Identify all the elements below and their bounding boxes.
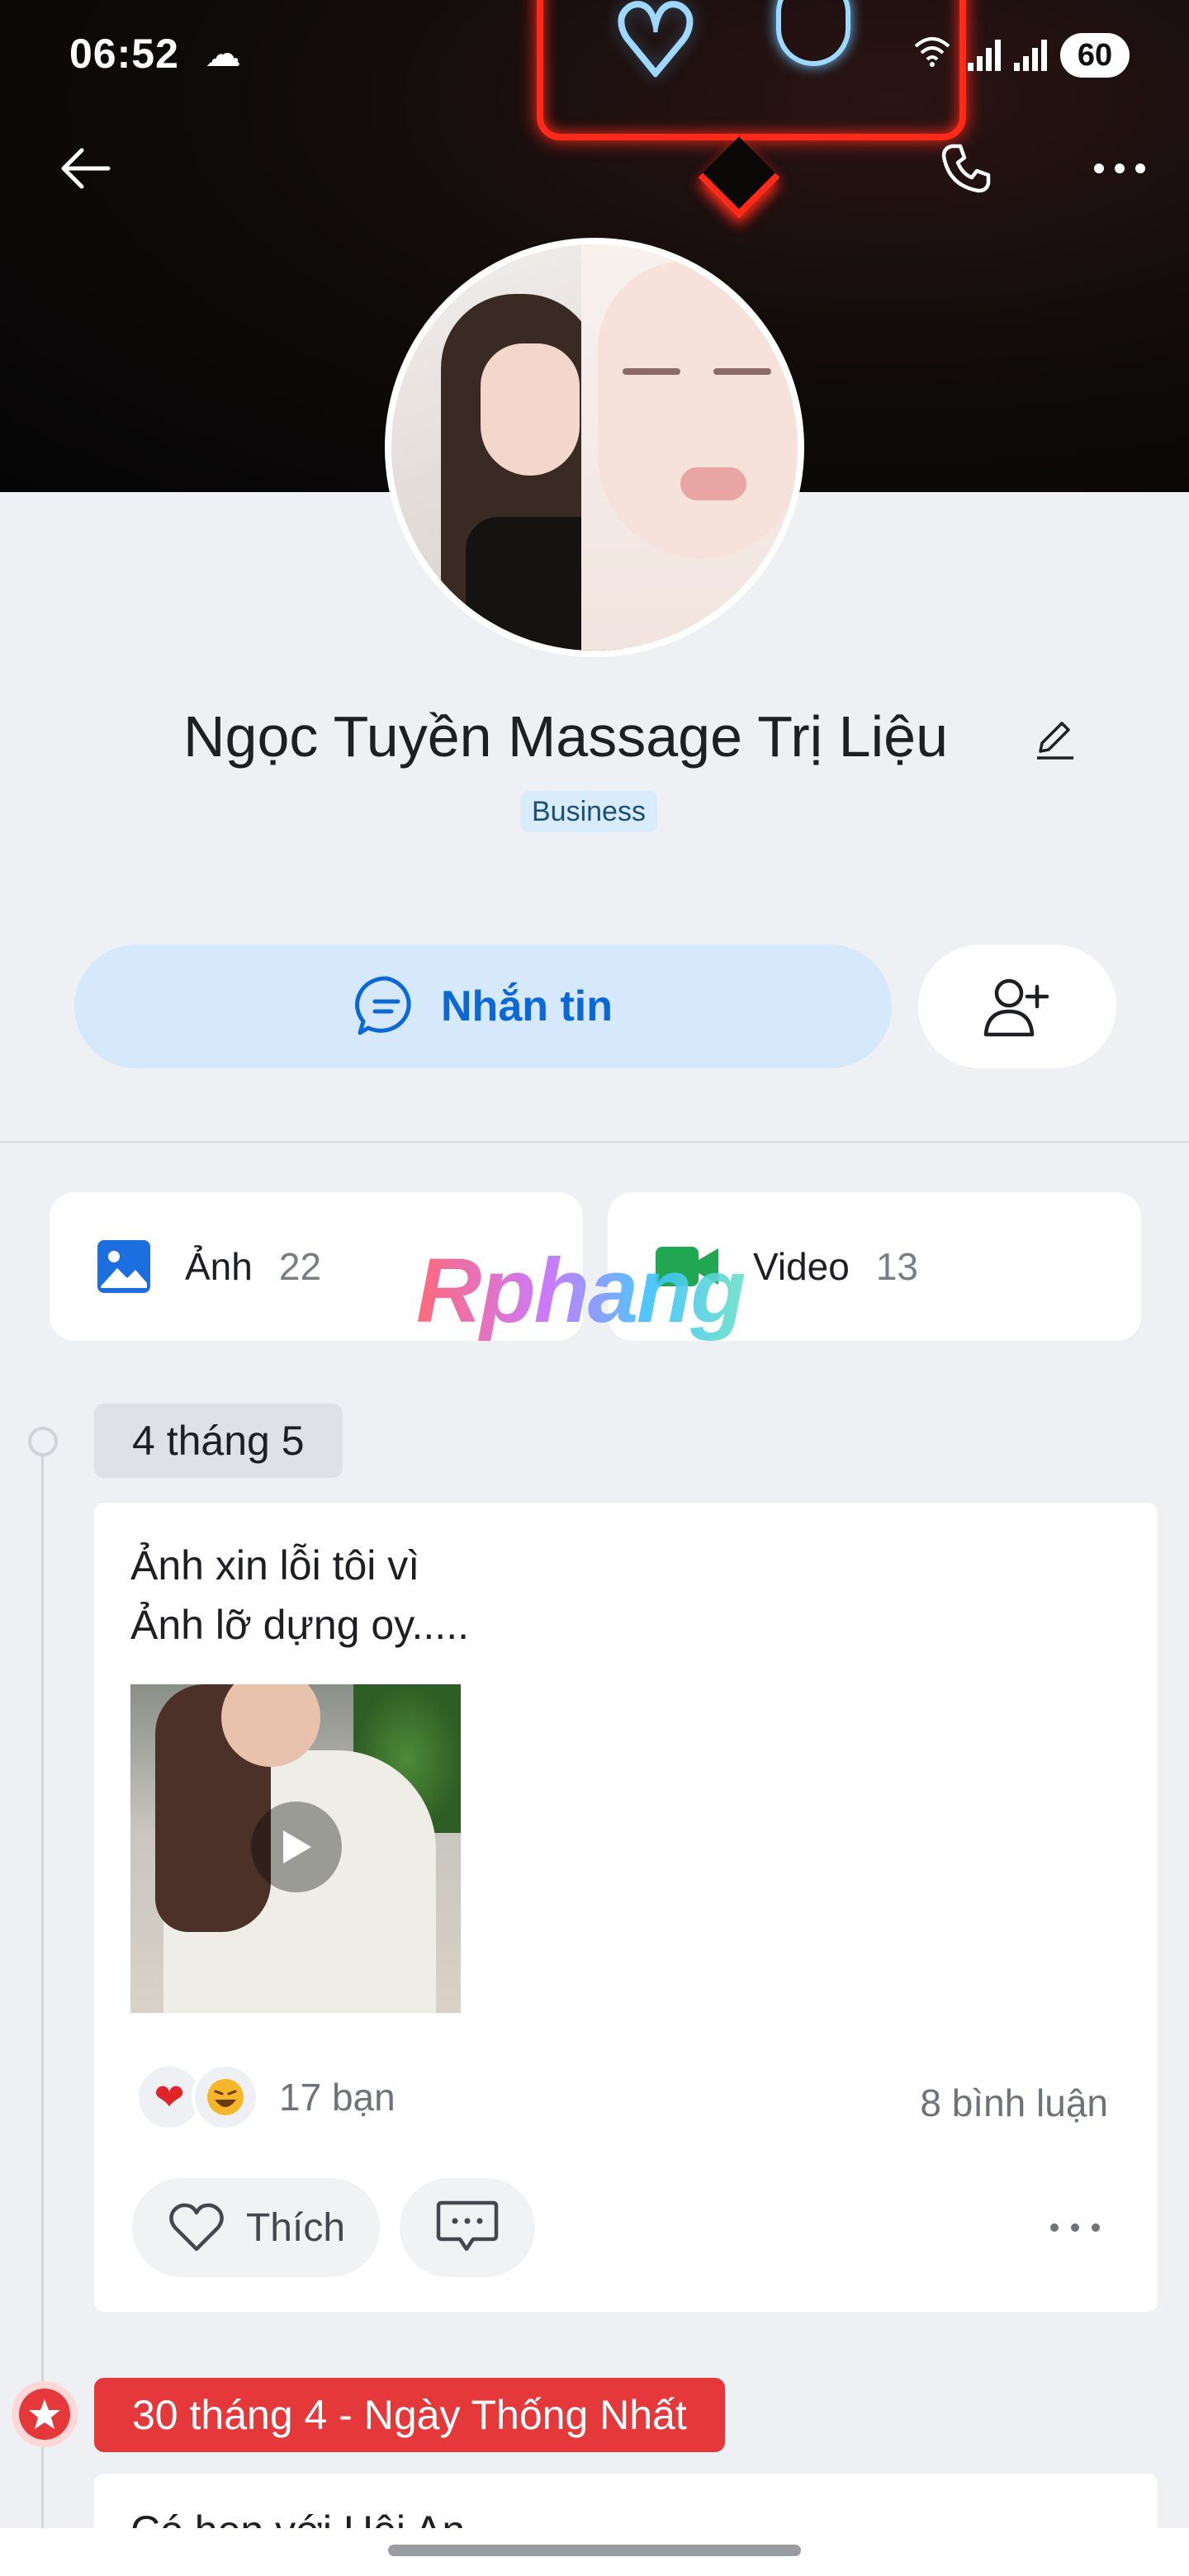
play-button[interactable] [251, 1802, 342, 1892]
holiday-marker [12, 2381, 78, 2447]
comment-icon [436, 2200, 499, 2252]
status-time: 06:52 [69, 31, 179, 77]
battery-level: 60 [1077, 37, 1113, 73]
star-icon [29, 2399, 60, 2429]
timeline-dot [28, 1427, 58, 1456]
videos-label: Video [753, 1245, 850, 1288]
section-divider [0, 1141, 1189, 1143]
post-text: Ảnh xin lỗi tôi vì Ảnh lỡ dựng oy..... [130, 1542, 469, 1648]
reaction-count: 17 bạn [279, 2076, 396, 2119]
timeline-date: 4 tháng 5 [94, 1404, 343, 1478]
comment-count[interactable]: 8 bình luận [920, 2081, 1108, 2125]
add-friend-button[interactable] [918, 945, 1116, 1068]
profile-name: Ngọc Tuyền Massage Trị Liệu [183, 704, 949, 769]
more-icon [1094, 163, 1145, 173]
home-indicator[interactable] [388, 2545, 801, 2556]
back-arrow-icon [61, 148, 111, 189]
photos-label: Ảnh [185, 1245, 253, 1288]
call-button[interactable] [933, 135, 999, 201]
signal-icon [968, 40, 1001, 71]
post-more-button[interactable] [1042, 2203, 1108, 2252]
signal-icon [1014, 40, 1047, 71]
add-user-icon [983, 978, 1049, 1037]
comment-button[interactable] [400, 2178, 535, 2277]
play-icon [283, 1830, 311, 1863]
chat-bubble-icon [355, 976, 411, 1035]
business-badge: Business [520, 791, 657, 832]
status-bar: 06:52 ☁ 60 [0, 0, 1189, 107]
message-button[interactable]: Nhắn tin [74, 945, 892, 1068]
phone-icon [941, 144, 991, 193]
videos-count: 13 [875, 1245, 918, 1288]
message-button-label: Nhắn tin [441, 983, 613, 1030]
timeline-line [41, 1440, 44, 2538]
timeline-date-holiday: 30 tháng 4 - Ngày Thống Nhất [94, 2378, 725, 2452]
battery-icon: 60 [1060, 33, 1130, 78]
reaction-summary[interactable]: ❤ 17 bạn [135, 2063, 396, 2131]
more-options-button[interactable] [1087, 135, 1153, 201]
laugh-reaction-icon [192, 2063, 259, 2131]
back-button[interactable] [53, 135, 119, 201]
more-icon [1050, 2223, 1100, 2232]
avatar[interactable] [385, 238, 804, 657]
post-card[interactable]: Ảnh xin lỗi tôi vì Ảnh lỡ dựng oy..... ❤… [94, 1503, 1158, 2312]
photos-count: 22 [278, 1245, 322, 1288]
heart-outline-icon [169, 2203, 224, 2252]
edit-pencil-icon[interactable] [1032, 715, 1078, 761]
wifi-icon [914, 37, 950, 67]
photo-icon [97, 1240, 150, 1293]
post-video-thumbnail[interactable] [130, 1684, 461, 2013]
watermark-logo: Rphang [416, 1240, 746, 1342]
weather-cloud-icon: ☁ [205, 34, 241, 74]
like-label: Thích [245, 2205, 346, 2250]
neon-sign-tail [698, 136, 780, 219]
like-button[interactable]: Thích [132, 2178, 380, 2277]
